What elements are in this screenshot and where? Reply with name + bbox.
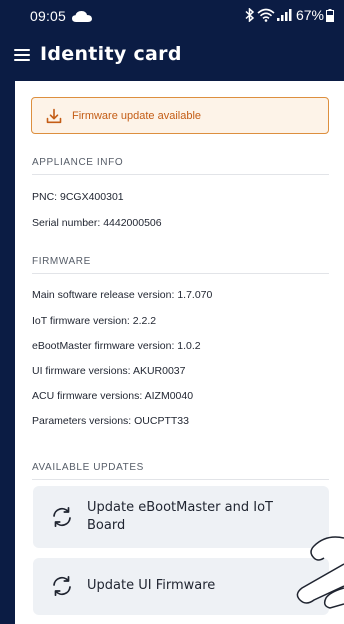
serial-number-value: Serial number: 4442000506 xyxy=(32,217,162,229)
section-title-available-updates: AVAILABLE UPDATES xyxy=(32,462,144,473)
firmware-update-banner[interactable]: Firmware update available xyxy=(31,97,329,134)
firmware-update-banner-label: Firmware update available xyxy=(72,109,202,122)
acu-firmware-version: ACU firmware versions: AIZM0040 xyxy=(32,390,194,402)
section-title-appliance-info: APPLIANCE INFO xyxy=(32,157,124,168)
divider xyxy=(32,174,329,175)
pnc-value: PNC: 9CGX400301 xyxy=(32,191,124,203)
cloud-icon xyxy=(72,11,92,22)
update-ebootmaster-iot-label-line2: Board xyxy=(87,518,126,533)
status-time: 09:05 xyxy=(30,8,67,24)
iot-firmware-version: IoT firmware version: 2.2.2 xyxy=(32,315,157,327)
hamburger-menu-icon[interactable] xyxy=(14,49,30,61)
app-bar: Identity card xyxy=(0,34,344,78)
battery-percent: 67% xyxy=(295,7,324,23)
parameters-version: Parameters versions: OUCPTT33 xyxy=(32,415,189,427)
status-indicators: 67% xyxy=(245,7,334,23)
update-ui-firmware-label: Update UI Firmware xyxy=(87,578,216,593)
identity-card-content[interactable]: Firmware update available APPLIANCE INFO… xyxy=(15,81,344,624)
signal-icon xyxy=(276,9,292,21)
wifi-icon xyxy=(257,8,275,22)
sync-icon xyxy=(53,506,71,528)
update-ebootmaster-iot-label: Update eBootMaster and IoT Board xyxy=(87,499,273,535)
sync-icon xyxy=(53,575,71,597)
bluetooth-icon xyxy=(245,8,255,22)
app-frame: 09:05 67% Identity card Firmware update … xyxy=(0,0,344,624)
battery-icon xyxy=(326,8,334,22)
page-title: Identity card xyxy=(40,43,182,65)
update-ebootmaster-iot-label-line1: Update eBootMaster and IoT xyxy=(87,500,273,515)
main-software-version: Main software release version: 1.7.070 xyxy=(32,289,213,301)
ebootmaster-firmware-version: eBootMaster firmware version: 1.0.2 xyxy=(32,340,201,352)
divider xyxy=(32,479,329,480)
divider xyxy=(32,273,329,274)
section-title-firmware: FIRMWARE xyxy=(32,256,91,267)
status-bar: 09:05 67% xyxy=(0,0,344,34)
hand-pointer-hint-graphic xyxy=(296,536,344,609)
download-icon xyxy=(46,108,62,123)
ui-firmware-version: UI firmware versions: AKUR0037 xyxy=(32,365,186,377)
